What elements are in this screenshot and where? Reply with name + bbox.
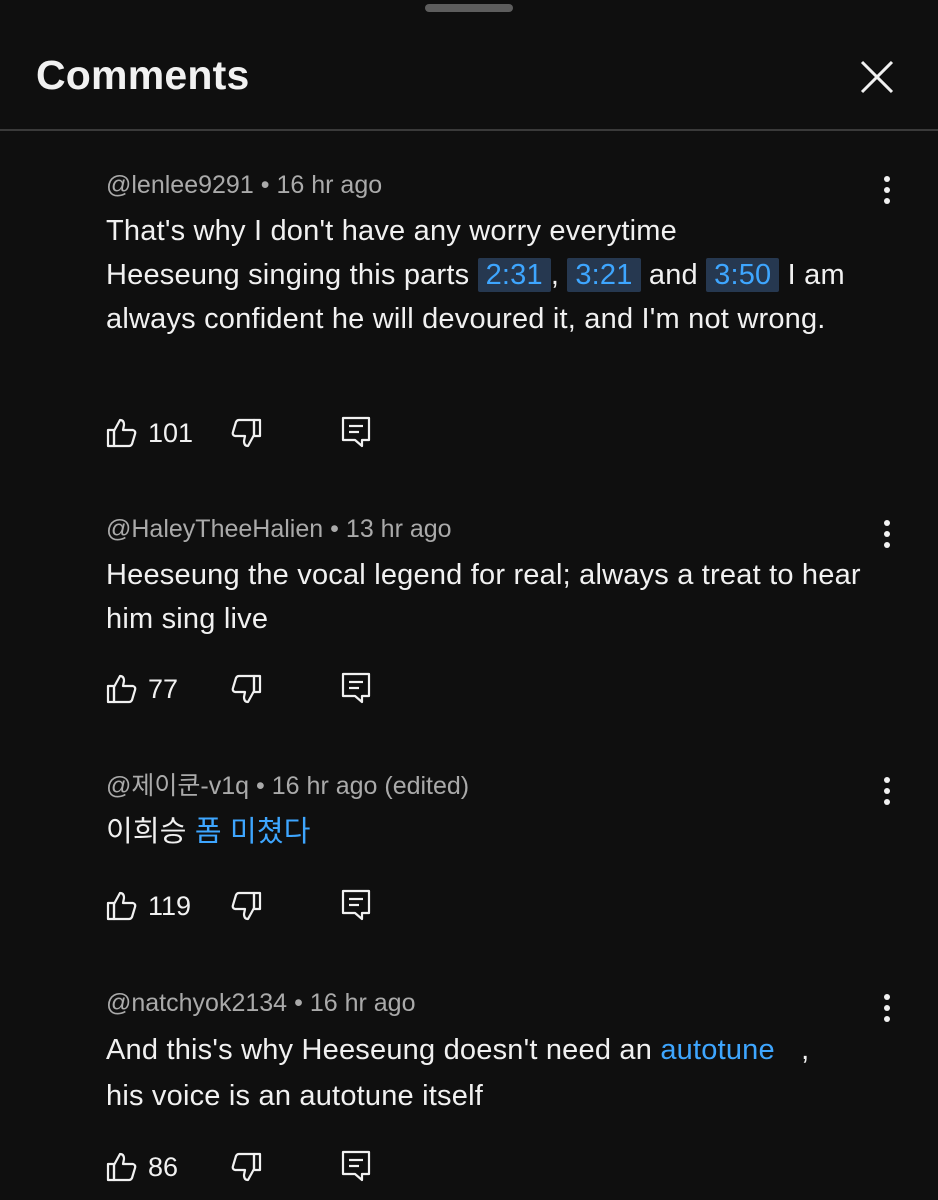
page-title: Comments	[36, 52, 250, 98]
comment-actions: 101	[106, 411, 406, 455]
comment-text-part: and	[648, 259, 698, 291]
reply-button[interactable]	[340, 1149, 376, 1185]
like-button[interactable]: 119	[106, 890, 191, 922]
search-link[interactable]: autotune	[660, 1034, 775, 1066]
comment-text-part: Heeseung singing this parts	[106, 259, 470, 291]
comment-meta: @제이쿤-v1q • 16 hr ago (edited)	[106, 770, 896, 802]
comments-header: Comments	[0, 0, 938, 131]
thumbs-down-icon	[231, 891, 262, 921]
timestamp-link[interactable]: 3:50	[706, 258, 780, 292]
like-button[interactable]: 77	[106, 673, 178, 705]
comment-time: 16 hr ago	[276, 171, 383, 199]
meta-separator: •	[330, 515, 339, 543]
more-vert-icon	[884, 176, 890, 204]
dislike-button[interactable]	[230, 890, 266, 926]
comment-text: And this's why Heeseung doesn't need an …	[106, 1027, 866, 1119]
reply-icon	[341, 672, 371, 704]
meta-separator: •	[260, 171, 270, 199]
reply-button[interactable]	[340, 888, 376, 924]
reply-icon	[341, 1150, 371, 1182]
comment-time: 16 hr ago	[309, 989, 416, 1017]
more-vert-icon	[884, 994, 890, 1022]
more-vert-icon	[884, 520, 890, 548]
meta-separator: •	[256, 772, 265, 800]
close-icon	[860, 60, 894, 94]
close-button[interactable]	[852, 54, 900, 102]
reply-button[interactable]	[340, 415, 376, 451]
comment-text-part: ,	[801, 1034, 810, 1066]
thumbs-up-icon	[106, 418, 137, 448]
comment-text-part: his voice is an autotune itself	[106, 1080, 483, 1112]
comment-author[interactable]: @제이쿤-v1q	[106, 772, 249, 800]
dislike-button[interactable]	[230, 417, 266, 453]
comment-meta: @HaleyTheeHalien • 13 hr ago	[106, 513, 896, 545]
dislike-button[interactable]	[230, 673, 266, 709]
more-options-button[interactable]	[874, 983, 900, 1027]
like-count: 77	[148, 673, 179, 704]
thumbs-down-icon	[231, 674, 262, 704]
comment-item: @natchyok2134 • 16 hr ago And this's why H…	[106, 987, 896, 1119]
thumbs-down-icon	[231, 1152, 262, 1182]
like-count: 101	[148, 417, 194, 448]
comment-meta: @lenlee9291 • 16 hr ago	[106, 169, 896, 201]
comment-item: @제이쿤-v1q • 16 hr ago (edited) 이희승 폼 미쳤다	[106, 770, 896, 854]
like-count: 86	[148, 1151, 179, 1182]
comment-text: 이희승 폼 미쳤다	[106, 810, 866, 854]
comment-author[interactable]: @HaleyTheeHalien	[106, 515, 323, 543]
comment-item: @HaleyTheeHalien • 13 hr ago Heeseung the …	[106, 513, 896, 641]
comment-time: 16 hr ago (edited)	[271, 772, 470, 800]
comment-text-part: ,	[550, 259, 560, 291]
comment-actions: 86	[106, 1145, 406, 1189]
reply-icon	[341, 889, 371, 921]
comment-author[interactable]: @lenlee9291	[106, 171, 254, 199]
comment-meta: @natchyok2134 • 16 hr ago	[106, 987, 896, 1019]
search-link[interactable]: 폼 미쳤다	[195, 816, 311, 848]
reply-icon	[341, 416, 371, 448]
thumbs-up-icon	[106, 1152, 137, 1182]
comment-time: 13 hr ago	[345, 515, 452, 543]
comment-text: That's why I don't have any worry everyt…	[106, 209, 866, 341]
more-options-button[interactable]	[874, 509, 900, 553]
like-button[interactable]: 101	[106, 417, 193, 449]
comment-text-part: And this's why Heeseung doesn't need an	[106, 1034, 653, 1066]
more-vert-icon	[884, 777, 890, 805]
dislike-button[interactable]	[230, 1151, 266, 1187]
like-count: 119	[148, 890, 192, 921]
meta-separator: •	[294, 989, 303, 1017]
comment-text-part: 이희승	[106, 816, 187, 848]
comment-author[interactable]: @natchyok2134	[106, 989, 287, 1017]
reply-button[interactable]	[340, 671, 376, 707]
more-options-button[interactable]	[874, 165, 900, 209]
timestamp-link[interactable]: 3:21	[567, 258, 641, 292]
comment-text: Heeseung the vocal legend for real; alwa…	[106, 559, 861, 635]
thumbs-up-icon	[106, 674, 137, 704]
comment-actions: 77	[106, 667, 406, 711]
comment-actions: 119	[106, 884, 406, 928]
comment-item: @lenlee9291 • 16 hr ago That's why I don't…	[106, 169, 896, 341]
like-button[interactable]: 86	[106, 1151, 178, 1183]
thumbs-up-icon	[106, 891, 137, 921]
thumbs-down-icon	[231, 418, 262, 448]
more-options-button[interactable]	[874, 766, 900, 810]
timestamp-link[interactable]: 2:31	[477, 258, 551, 292]
comment-text-part: That's why I don't have any worry everyt…	[106, 215, 677, 247]
